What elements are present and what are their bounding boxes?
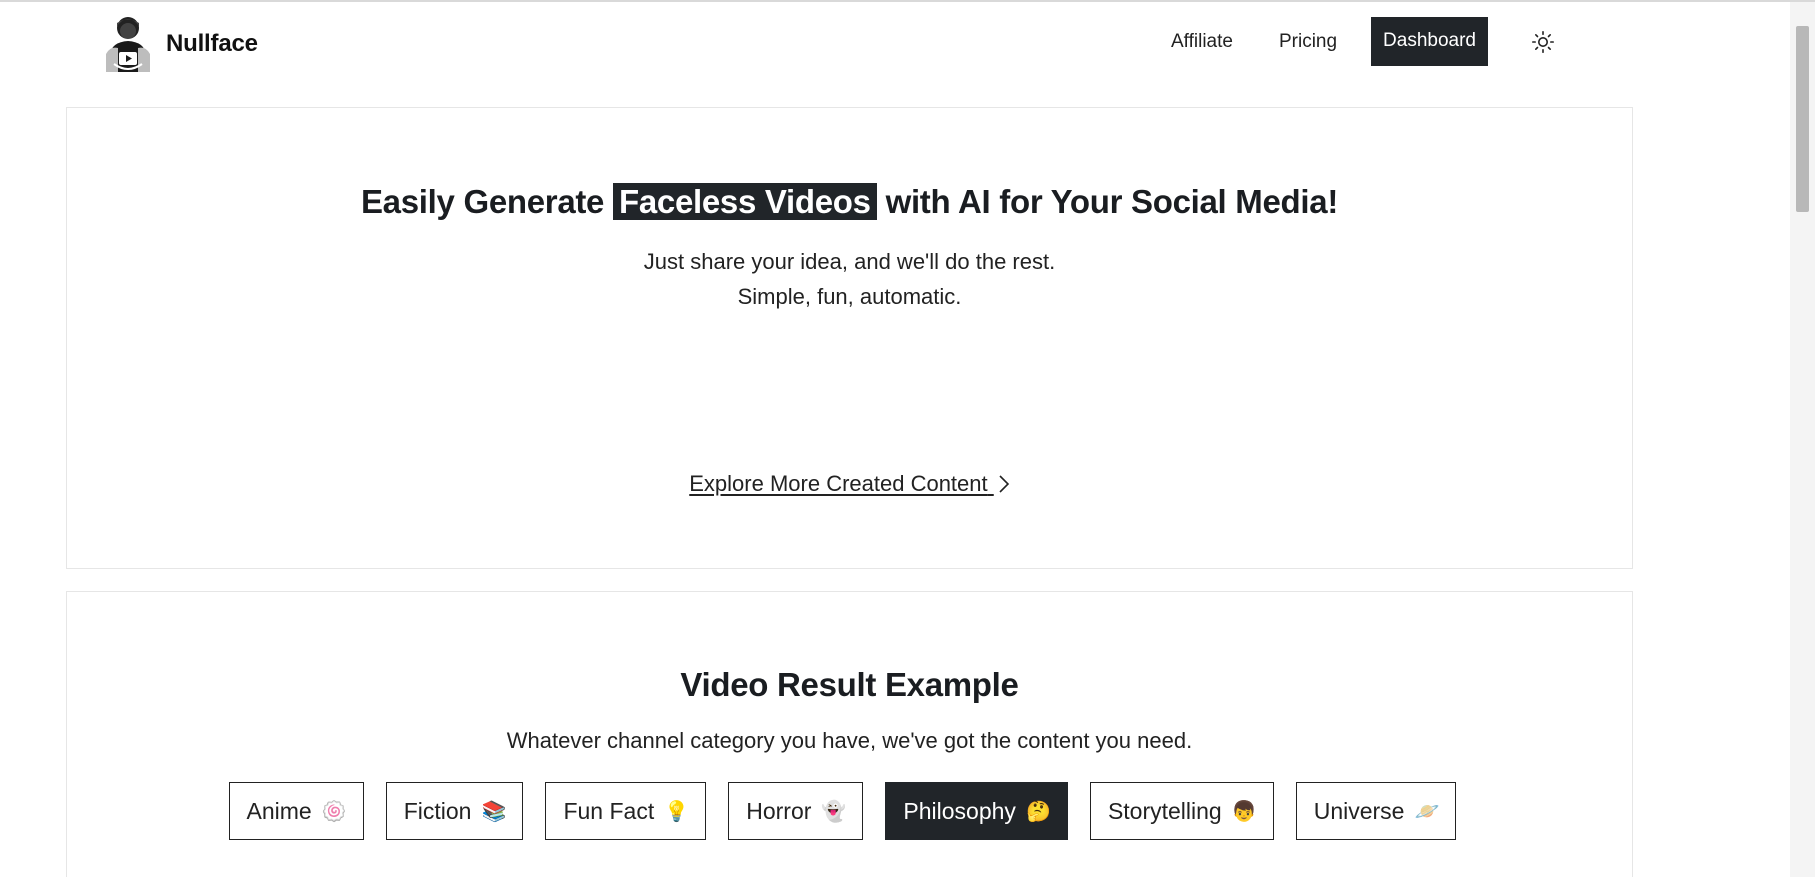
- tab-label: Universe: [1313, 797, 1405, 824]
- tab-label: Horror: [746, 797, 812, 824]
- explore-section: Explore More Created Content: [67, 471, 1632, 497]
- tab-storytelling[interactable]: Storytelling 👦: [1089, 782, 1274, 840]
- tab-label: Fiction: [403, 797, 472, 824]
- nav-pricing-link[interactable]: Pricing: [1279, 31, 1337, 53]
- logo-icon: [106, 17, 150, 72]
- category-tabs: Anime 🍥 Fiction 📚 Fun Fact 💡 Horror 👻 Philos…: [67, 782, 1632, 840]
- tab-philosophy[interactable]: Philosophy 🤔: [885, 782, 1068, 840]
- nav-affiliate-link[interactable]: Affiliate: [1171, 31, 1233, 53]
- main-nav: Affiliate Pricing Dashboard: [1125, 17, 1558, 66]
- tab-fiction[interactable]: Fiction 📚: [385, 782, 524, 840]
- planet-icon: 🪐: [1414, 800, 1440, 823]
- tab-universe[interactable]: Universe 🪐: [1295, 782, 1457, 840]
- hero-subtitle-line-1: Just share your idea, and we'll do the r…: [643, 249, 1056, 274]
- brand[interactable]: Nullface: [104, 14, 258, 74]
- tab-horror[interactable]: Horror 👻: [728, 782, 864, 840]
- explore-more-label: Explore More Created Content: [689, 471, 988, 496]
- tab-label: Philosophy: [903, 797, 1016, 824]
- hero-title-prefix: Easily Generate: [360, 183, 613, 220]
- lightbulb-icon: 💡: [664, 800, 690, 823]
- tab-fun-fact[interactable]: Fun Fact 💡: [545, 782, 707, 840]
- site-header: Nullface Affiliate Pricing Dashboard: [0, 2, 1790, 86]
- video-examples-section: Video Result Example Whatever channel ca…: [66, 591, 1633, 877]
- tab-label: Storytelling: [1107, 797, 1222, 824]
- examples-subtitle: Whatever channel category you have, we'v…: [506, 728, 1193, 753]
- hero-title-suffix: with AI for Your Social Media!: [876, 183, 1339, 220]
- hero-title: Easily Generate Faceless Videos with AI …: [67, 183, 1632, 221]
- ghost-icon: 👻: [821, 800, 847, 823]
- boy-icon: 👦: [1231, 800, 1257, 823]
- explore-more-link[interactable]: Explore More Created Content: [689, 471, 1010, 496]
- tab-label: Anime: [246, 797, 312, 824]
- tab-anime[interactable]: Anime 🍥: [228, 782, 364, 840]
- scrollbar-thumb[interactable]: [1796, 26, 1809, 212]
- spiral-icon: 🍥: [321, 800, 347, 823]
- examples-title: Video Result Example: [680, 666, 1019, 703]
- page-scrollbar[interactable]: [1790, 2, 1815, 877]
- hero-title-highlight: Faceless Videos: [612, 183, 877, 220]
- sun-icon: [1531, 30, 1555, 53]
- chevron-right-icon: [999, 475, 1009, 493]
- hero-subtitle: Just share your idea, and we'll do the r…: [67, 244, 1632, 314]
- hero-section: Easily Generate Faceless Videos with AI …: [66, 107, 1633, 569]
- tab-label: Fun Fact: [563, 797, 655, 824]
- hero-subtitle-line-2: Simple, fun, automatic.: [737, 284, 962, 309]
- dashboard-button[interactable]: Dashboard: [1371, 17, 1488, 66]
- brand-name: Nullface: [166, 30, 258, 57]
- thinking-face-icon: 🤔: [1025, 800, 1051, 823]
- books-icon: 📚: [481, 800, 507, 823]
- theme-toggle-button[interactable]: [1528, 27, 1558, 57]
